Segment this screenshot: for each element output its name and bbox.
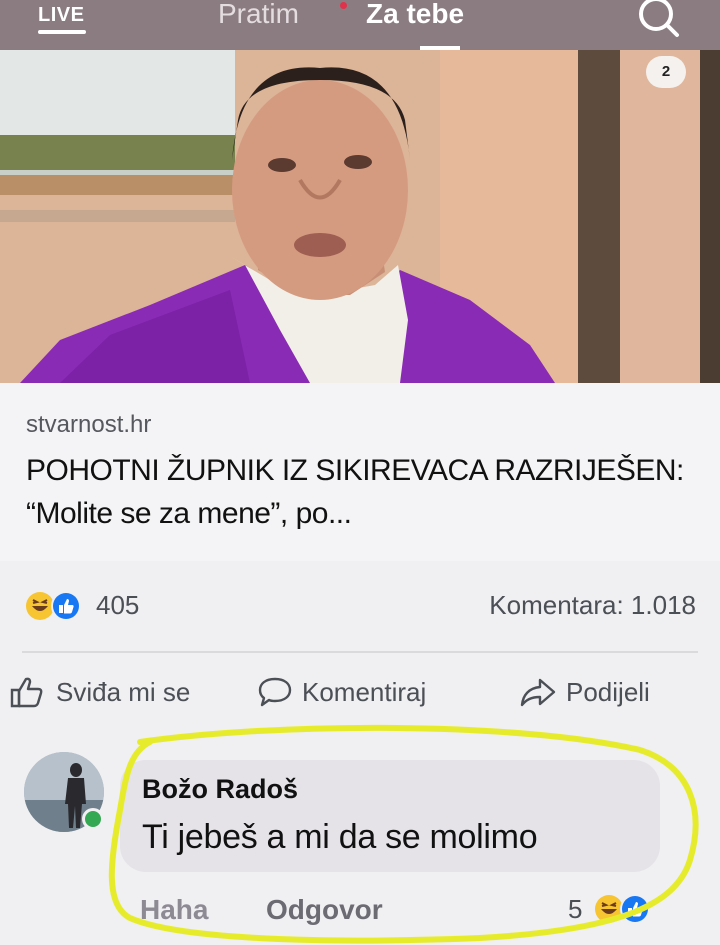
comment-reaction-count[interactable]: 5 xyxy=(568,894,582,925)
search-icon[interactable] xyxy=(632,0,682,44)
haha-icon xyxy=(595,895,623,923)
share-button[interactable]: Podijeli xyxy=(518,672,650,712)
like-icon xyxy=(620,894,650,924)
article-headline[interactable]: POHOTNI ŽUPNIK IZ SIKIREVACA RAZRIJEŠEN:… xyxy=(26,449,706,535)
comment-author[interactable]: Božo Radoš xyxy=(142,774,298,805)
thumbs-up-icon xyxy=(10,677,43,708)
live-button[interactable]: LIVE xyxy=(38,4,84,27)
like-icon xyxy=(51,591,81,621)
divider xyxy=(22,651,698,653)
reaction-icons[interactable] xyxy=(24,590,96,622)
like-button[interactable]: Sviđa mi se xyxy=(8,672,190,712)
comment-count[interactable]: Komentara: 1.018 xyxy=(489,590,696,621)
article-source: stvarnost.hr xyxy=(26,411,152,438)
comment-label: Komentiraj xyxy=(302,676,427,707)
comment-text: Ti jebeš a mi da se molimo xyxy=(142,818,538,856)
active-tab-indicator xyxy=(420,46,460,50)
notification-dot xyxy=(340,2,347,9)
comment-reaction-icons[interactable] xyxy=(592,892,662,926)
reaction-count[interactable]: 405 xyxy=(96,590,139,621)
share-icon xyxy=(520,678,556,707)
share-label: Podijeli xyxy=(566,676,650,707)
online-status-dot xyxy=(82,808,104,830)
image-badge: 2 xyxy=(646,56,686,88)
like-label: Sviđa mi se xyxy=(56,676,191,707)
tab-pratim[interactable]: Pratim xyxy=(218,0,299,30)
haha-reaction-button[interactable]: Haha xyxy=(140,894,208,926)
comment-button[interactable]: Komentiraj xyxy=(256,672,426,712)
article-image[interactable] xyxy=(0,50,720,383)
haha-icon xyxy=(26,592,54,620)
comment-icon xyxy=(258,677,292,707)
reply-button[interactable]: Odgovor xyxy=(266,894,383,926)
tab-za-tebe[interactable]: Za tebe xyxy=(366,0,464,30)
article-photo xyxy=(0,50,720,383)
live-icon-underline xyxy=(38,30,86,34)
top-navigation-bar: LIVE Pratim Za tebe xyxy=(0,0,720,50)
